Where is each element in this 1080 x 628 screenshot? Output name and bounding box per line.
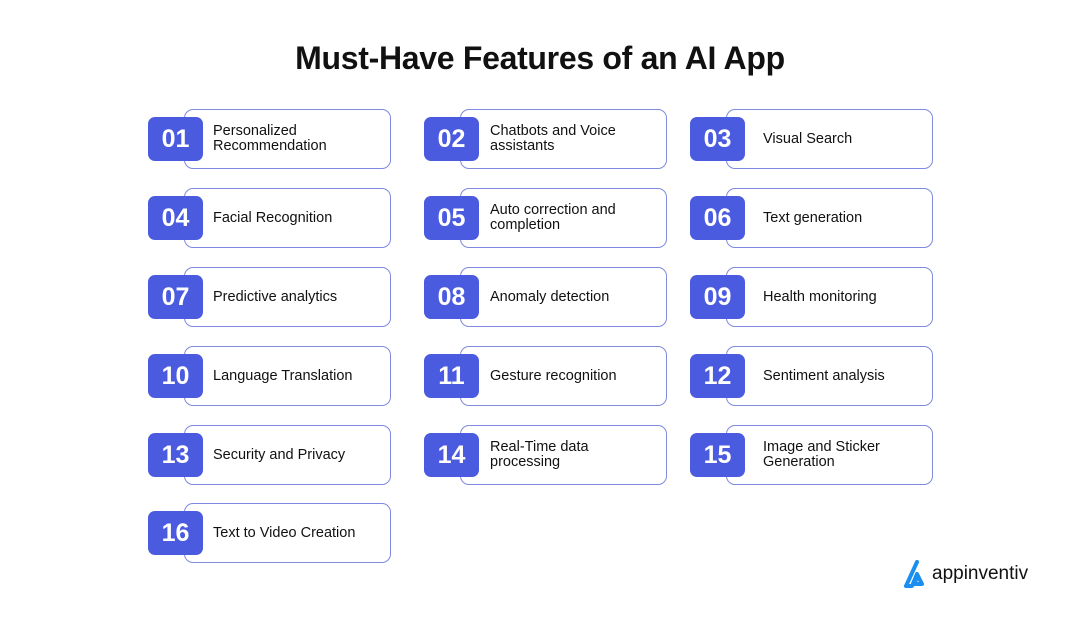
feature-card: 15 Image and Sticker Generation [690, 425, 933, 485]
feature-label: Anomaly detection [490, 267, 655, 327]
feature-label-text: Security and Privacy [213, 446, 346, 463]
appinventiv-logo-icon [904, 560, 924, 588]
feature-number-badge: 13 [148, 433, 203, 477]
feature-label: Facial Recognition [213, 188, 378, 248]
feature-label: Gesture recognition [490, 346, 655, 406]
feature-label: Language Translation [213, 346, 378, 406]
feature-card: 03 Visual Search [690, 109, 933, 169]
brand-logo: appinventiv [904, 560, 1028, 588]
feature-label-text: Text to Video Creation [213, 524, 356, 541]
brand-name: appinventiv [932, 563, 1029, 584]
feature-label: Personalized Recommendation [213, 109, 378, 169]
feature-label: Predictive analytics [213, 267, 378, 327]
feature-label-text: Health monitoring [763, 288, 877, 305]
feature-label: Real-Time data processing [490, 425, 655, 485]
feature-label-text: Text generation [763, 209, 863, 226]
feature-number-badge: 09 [690, 275, 745, 319]
feature-number-badge: 14 [424, 433, 479, 477]
feature-label-text: Real-Time data processing [490, 439, 589, 470]
feature-label: Text to Video Creation [213, 503, 378, 563]
feature-card: 16 Text to Video Creation [148, 503, 391, 563]
feature-label: Auto correction and completion [490, 188, 655, 248]
feature-number-badge: 01 [148, 117, 203, 161]
feature-card: 01 Personalized Recommendation [148, 109, 391, 169]
feature-card: 09 Health monitoring [690, 267, 933, 327]
feature-number-badge: 04 [148, 196, 203, 240]
feature-label: Security and Privacy [213, 425, 378, 485]
feature-card: 11 Gesture recognition [424, 346, 667, 406]
feature-label-text: Gesture recognition [490, 367, 617, 384]
feature-number-badge: 02 [424, 117, 479, 161]
feature-number-badge: 10 [148, 354, 203, 398]
feature-card: 14 Real-Time data processing [424, 425, 667, 485]
page-title: Must-Have Features of an AI App [295, 40, 785, 76]
feature-card: 12 Sentiment analysis [690, 346, 933, 406]
feature-number-badge: 03 [690, 117, 745, 161]
feature-label: Sentiment analysis [763, 346, 928, 406]
feature-label-text: Image and Sticker Generation [763, 439, 880, 470]
feature-label: Image and Sticker Generation [763, 425, 928, 485]
feature-label-text: Auto correction and completion [490, 202, 616, 233]
feature-number-badge: 07 [148, 275, 203, 319]
feature-label-text: Chatbots and Voice assistants [490, 123, 616, 154]
feature-label: Visual Search [763, 109, 928, 169]
feature-number-badge: 12 [690, 354, 745, 398]
feature-label: Health monitoring [763, 267, 928, 327]
feature-label-text: Facial Recognition [213, 209, 333, 226]
feature-label: Chatbots and Voice assistants [490, 109, 655, 169]
feature-label-text: Sentiment analysis [763, 367, 885, 384]
feature-label-text: Predictive analytics [213, 288, 338, 305]
feature-card: 02 Chatbots and Voice assistants [424, 109, 667, 169]
feature-number-badge: 08 [424, 275, 479, 319]
feature-card: 13 Security and Privacy [148, 425, 391, 485]
feature-number-badge: 11 [424, 354, 479, 398]
feature-label: Text generation [763, 188, 928, 248]
feature-card: 06 Text generation [690, 188, 933, 248]
feature-label-text: Personalized Recommendation [213, 123, 327, 154]
feature-card: 08 Anomaly detection [424, 267, 667, 327]
feature-card: 07 Predictive analytics [148, 267, 391, 327]
feature-label-text: Visual Search [763, 130, 853, 147]
feature-card: 04 Facial Recognition [148, 188, 391, 248]
feature-number-badge: 06 [690, 196, 745, 240]
feature-card: 10 Language Translation [148, 346, 391, 406]
feature-label-text: Anomaly detection [490, 288, 610, 305]
feature-label-text: Language Translation [213, 367, 353, 384]
feature-number-badge: 05 [424, 196, 479, 240]
feature-number-badge: 16 [148, 511, 203, 555]
feature-number-badge: 15 [690, 433, 745, 477]
feature-card: 05 Auto correction and completion [424, 188, 667, 248]
